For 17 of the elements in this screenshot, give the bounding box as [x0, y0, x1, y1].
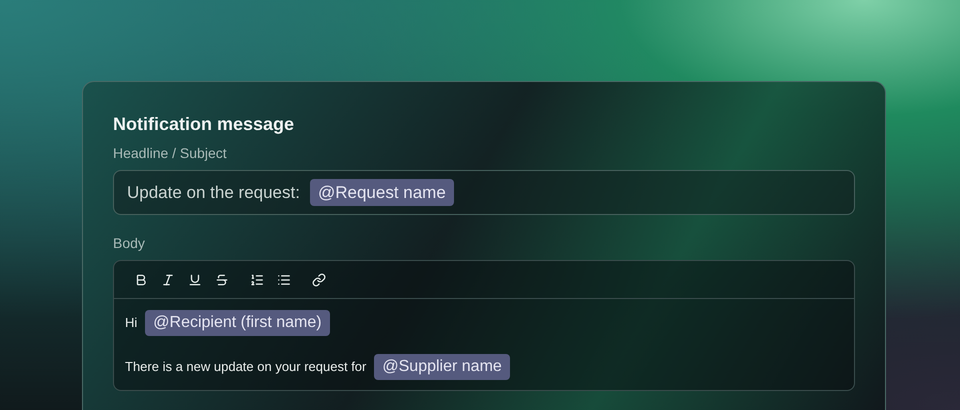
body-editor[interactable]: Hi @Recipient (first name) There is a new update on your request for @Supplier name	[113, 260, 855, 391]
message-text: Update on the request:	[127, 182, 300, 204]
numbered-list-icon	[250, 272, 264, 286]
subject-field[interactable]: Update on the request: @Request name	[113, 170, 855, 215]
underline-icon	[188, 272, 202, 286]
message-text: Hi	[125, 314, 138, 332]
field-label: Body	[113, 234, 146, 253]
field-label: Headline / Subject	[113, 144, 228, 163]
mention-tag: @Recipient (first name)	[145, 310, 330, 336]
bullet-list-icon	[276, 272, 290, 286]
strikethrough-icon	[214, 272, 228, 286]
italic-icon	[160, 272, 174, 286]
message-text: There is a new update on your request for	[125, 358, 366, 376]
mention-tag: @Request name	[310, 178, 454, 206]
link-icon	[312, 272, 326, 286]
mention-tag: @Supplier name	[374, 354, 510, 380]
card-title: Notification message	[113, 113, 296, 136]
